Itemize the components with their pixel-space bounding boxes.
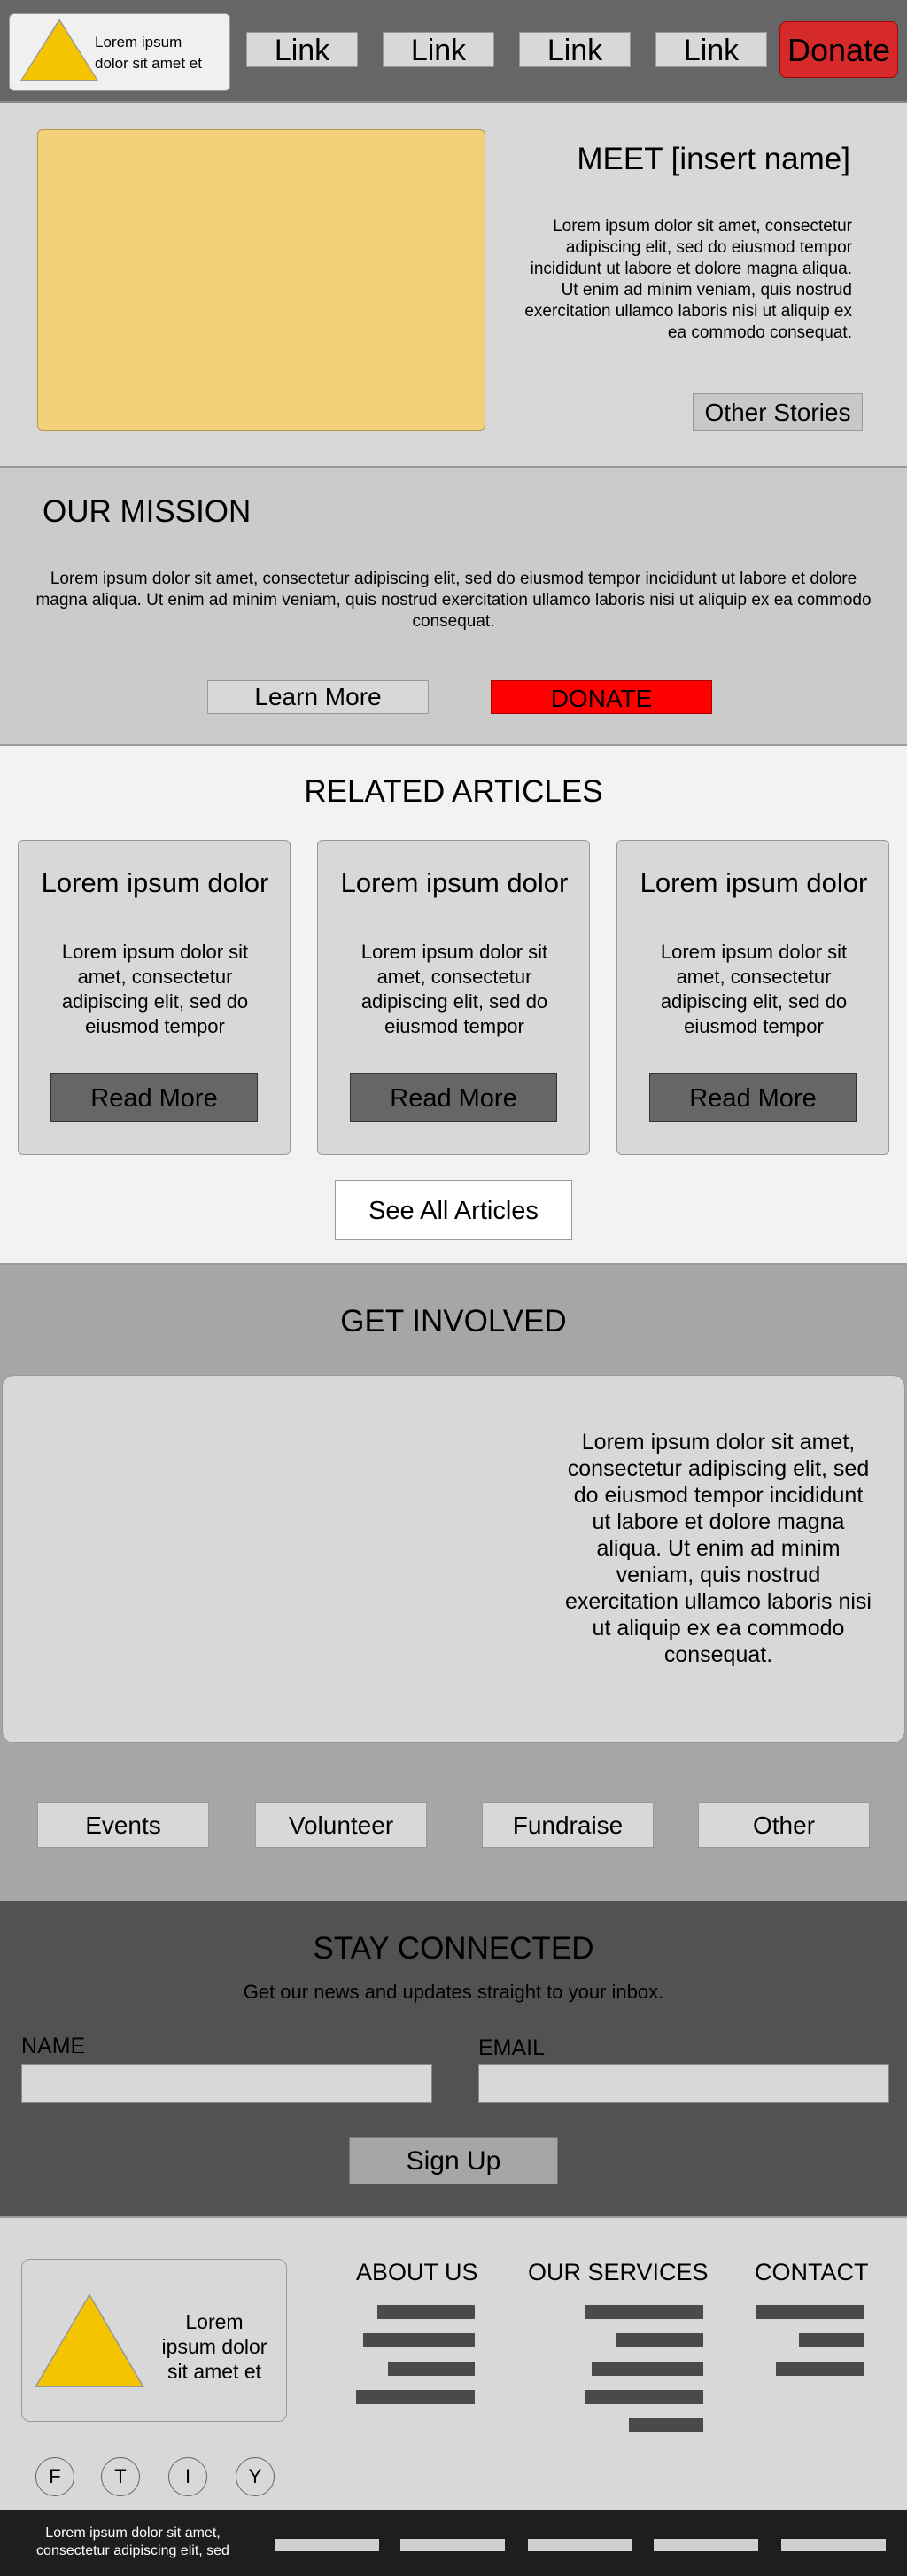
- sign-up-button[interactable]: Sign Up: [349, 2137, 558, 2184]
- header-donate-button[interactable]: Donate: [779, 21, 898, 78]
- article-card-title: Lorem ipsum dolor: [640, 867, 868, 898]
- footer-about-title: ABOUT US: [356, 2259, 478, 2285]
- site-header: Lorem ipsum dolor sit amet et Link Link …: [0, 0, 907, 103]
- name-label: NAME: [21, 2034, 86, 2059]
- instagram-icon[interactable]: I: [168, 2457, 207, 2496]
- article-card-body: Lorem ipsum dolor sit amet, consectetur …: [660, 941, 848, 1037]
- footer-about-link[interactable]: [363, 2333, 475, 2347]
- volunteer-button[interactable]: Volunteer: [255, 1802, 427, 1848]
- bottom-link[interactable]: [528, 2539, 632, 2551]
- events-button[interactable]: Events: [37, 1802, 209, 1848]
- see-all-articles-button[interactable]: See All Articles: [335, 1180, 572, 1240]
- involved-title: GET INVOLVED: [340, 1304, 567, 1338]
- article-card-title: Lorem ipsum dolor: [340, 867, 569, 898]
- nav-link-3[interactable]: Link: [519, 32, 631, 67]
- mission-section: OUR MISSION Lorem ipsum dolor sit amet, …: [0, 468, 907, 746]
- connected-subtitle: Get our news and updates straight to you…: [243, 1981, 664, 2003]
- connected-title: STAY CONNECTED: [313, 1931, 594, 1966]
- footer-services-link[interactable]: [585, 2305, 703, 2319]
- footer-contact-link[interactable]: [776, 2362, 864, 2376]
- site-footer: Lorem ipsum dolor sit amet et F T I Y AB…: [0, 2218, 907, 2510]
- footer-logo-triangle-icon: [37, 2296, 142, 2386]
- bottom-link[interactable]: [781, 2539, 886, 2551]
- copyright-text: Lorem ipsum dolor sit amet, consectetur …: [36, 2526, 229, 2558]
- hero-title: MEET [insert name]: [577, 142, 850, 176]
- footer-logo-text: Lorem ipsum dolor sit amet et: [161, 2310, 267, 2383]
- logo-text: Lorem ipsum dolor sit amet et: [95, 34, 202, 72]
- footer-logo[interactable]: Lorem ipsum dolor sit amet et: [21, 2259, 287, 2422]
- other-stories-button[interactable]: Other Stories: [693, 393, 863, 431]
- logo[interactable]: Lorem ipsum dolor sit amet et: [9, 13, 230, 91]
- mission-donate-button[interactable]: DONATE: [491, 680, 712, 714]
- footer-contact-link[interactable]: [799, 2333, 864, 2347]
- involved-panel: Lorem ipsum dolor sit amet, consectetur …: [2, 1375, 905, 1743]
- name-input[interactable]: [21, 2064, 432, 2103]
- hero-image-placeholder: [37, 129, 485, 431]
- footer-about-link[interactable]: [377, 2305, 475, 2319]
- read-more-button[interactable]: Read More: [50, 1073, 258, 1122]
- footer-services-link[interactable]: [629, 2418, 703, 2432]
- article-card-title: Lorem ipsum dolor: [41, 867, 269, 898]
- bottom-link[interactable]: [400, 2539, 505, 2551]
- hero-section: MEET [insert name] Lorem ipsum dolor sit…: [0, 103, 907, 468]
- fundraise-button[interactable]: Fundraise: [482, 1802, 654, 1848]
- get-involved-section: GET INVOLVED Lorem ipsum dolor sit amet,…: [0, 1265, 907, 1901]
- involved-body: Lorem ipsum dolor sit amet, consectetur …: [565, 1430, 872, 1667]
- article-card: Lorem ipsum dolor Lorem ipsum dolor sit …: [18, 840, 291, 1155]
- article-card: Lorem ipsum dolor Lorem ipsum dolor sit …: [616, 840, 889, 1155]
- read-more-button[interactable]: Read More: [649, 1073, 857, 1122]
- footer-services-link[interactable]: [592, 2362, 703, 2376]
- footer-contact-title: CONTACT: [755, 2259, 869, 2285]
- article-card-body: Lorem ipsum dolor sit amet, consectetur …: [360, 941, 548, 1037]
- facebook-icon[interactable]: F: [35, 2457, 74, 2496]
- email-input[interactable]: [478, 2064, 889, 2103]
- nav-link-2[interactable]: Link: [383, 32, 494, 67]
- related-title: RELATED ARTICLES: [304, 774, 603, 809]
- article-card-body: Lorem ipsum dolor sit amet, consectetur …: [61, 941, 249, 1037]
- youtube-icon[interactable]: Y: [236, 2457, 275, 2496]
- bottom-bar: Lorem ipsum dolor sit amet, consectetur …: [0, 2510, 907, 2576]
- article-card: Lorem ipsum dolor Lorem ipsum dolor sit …: [317, 840, 590, 1155]
- mission-body: Lorem ipsum dolor sit amet, consectetur …: [35, 570, 872, 631]
- footer-about-link[interactable]: [388, 2362, 475, 2376]
- nav-link-1[interactable]: Link: [246, 32, 358, 67]
- bottom-link[interactable]: [275, 2539, 379, 2551]
- footer-about-link[interactable]: [356, 2390, 475, 2404]
- twitter-icon[interactable]: T: [101, 2457, 140, 2496]
- related-articles-section: RELATED ARTICLES Lorem ipsum dolor Lorem…: [0, 746, 907, 1265]
- footer-contact-link[interactable]: [756, 2305, 864, 2319]
- email-label: EMAIL: [478, 2036, 546, 2060]
- learn-more-button[interactable]: Learn More: [207, 680, 429, 714]
- other-button[interactable]: Other: [698, 1802, 870, 1848]
- footer-services-link[interactable]: [616, 2333, 703, 2347]
- read-more-button[interactable]: Read More: [350, 1073, 557, 1122]
- bottom-link[interactable]: [654, 2539, 758, 2551]
- footer-services-link[interactable]: [585, 2390, 703, 2404]
- stay-connected-section: STAY CONNECTED Get our news and updates …: [0, 1901, 907, 2218]
- hero-body: Lorem ipsum dolor sit amet, consectetur …: [524, 217, 852, 342]
- mission-title: OUR MISSION: [43, 494, 252, 529]
- footer-services-title: OUR SERVICES: [528, 2259, 709, 2285]
- nav-link-4[interactable]: Link: [655, 32, 767, 67]
- logo-triangle-icon: [22, 21, 97, 80]
